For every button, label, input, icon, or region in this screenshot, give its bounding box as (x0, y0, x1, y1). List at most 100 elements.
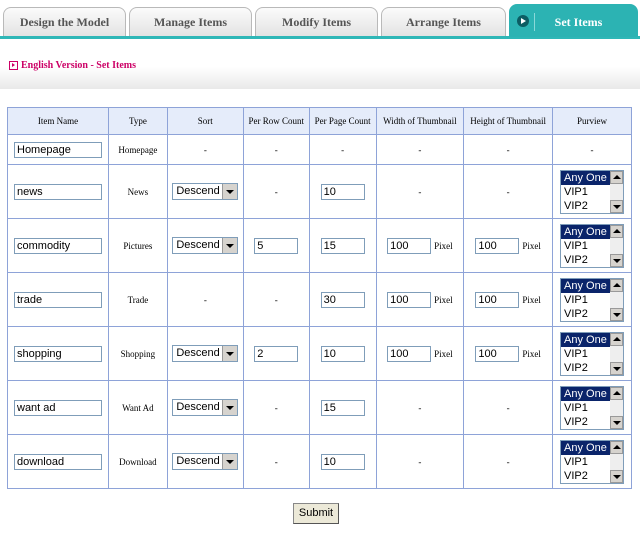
item-name-input[interactable] (14, 183, 102, 200)
sort-cell: Descend (166, 326, 244, 381)
thumbnail-width-input[interactable] (387, 291, 432, 308)
purview-cell: Any One VIP1 VIP2 (552, 218, 632, 273)
sort-select-value: Descend (176, 401, 220, 413)
purview-cell: Any One VIP1 VIP2 (552, 272, 632, 327)
purview-listbox[interactable]: Any One VIP1 VIP2 (560, 385, 625, 430)
purview-option[interactable]: Any One (561, 386, 613, 401)
purview-option[interactable]: Any One (561, 440, 613, 455)
per-page-count-input[interactable] (320, 183, 365, 200)
chevron-down-icon[interactable] (222, 184, 238, 199)
purview-listbox[interactable]: Any One VIP1 VIP2 (560, 277, 625, 322)
tab-set-items-label: Set Items (554, 15, 603, 29)
per-row-count-cell (242, 326, 310, 381)
purview-option[interactable]: VIP1 (561, 239, 612, 253)
scroll-up-icon[interactable] (610, 332, 624, 346)
item-name-input[interactable] (14, 291, 102, 308)
tab-manage-items[interactable]: Manage Items (129, 7, 252, 36)
width-cell: Pixel (375, 218, 465, 273)
purview-option[interactable]: Any One (561, 332, 613, 347)
purview-option[interactable]: VIP1 (561, 401, 612, 415)
scroll-up-icon[interactable] (610, 440, 624, 454)
sort-cell: Descend (166, 434, 244, 489)
purview-option[interactable]: Any One (561, 278, 613, 293)
listbox-scrollbar[interactable] (610, 440, 624, 483)
purview-listbox[interactable]: Any One VIP1 VIP2 (560, 439, 625, 484)
thumbnail-width-input[interactable] (387, 237, 432, 254)
sort-select[interactable]: Descend (172, 183, 239, 200)
item-name-input[interactable] (14, 453, 102, 470)
thumbnail-width-input[interactable] (387, 345, 432, 362)
items-table: Item Name Type Sort Per Row Count Per Pa… (7, 107, 632, 489)
purview-listbox[interactable]: Any One VIP1 VIP2 (560, 223, 625, 268)
listbox-scrollbar[interactable] (610, 170, 624, 213)
tab-modify-items[interactable]: Modify Items (255, 7, 378, 36)
per-page-count-input[interactable] (320, 399, 365, 416)
item-name-input[interactable] (14, 237, 102, 254)
tab-arrange-items[interactable]: Arrange Items (381, 7, 506, 36)
per-page-count-input[interactable] (320, 345, 365, 362)
tab-design-the-model[interactable]: Design the Model (3, 7, 126, 36)
sort-select[interactable]: Descend (172, 453, 239, 470)
listbox-scrollbar[interactable] (610, 224, 624, 267)
thumbnail-height-input[interactable] (475, 345, 520, 362)
chevron-down-icon[interactable] (222, 400, 238, 415)
purview-option[interactable]: VIP1 (561, 347, 612, 361)
scroll-down-icon[interactable] (610, 361, 624, 375)
purview-option[interactable]: VIP2 (561, 253, 612, 267)
per-page-count-input[interactable] (320, 237, 365, 254)
thumbnail-height-input[interactable] (475, 237, 520, 254)
purview-option[interactable]: VIP2 (561, 361, 612, 375)
purview-option[interactable]: VIP2 (561, 307, 612, 321)
item-name-input[interactable] (14, 399, 102, 416)
per-row-count-input[interactable] (254, 237, 299, 254)
breadcrumb-text: English Version - Set Items (21, 59, 137, 71)
purview-option[interactable]: Any One (561, 224, 613, 239)
purview-listbox[interactable]: Any One VIP1 VIP2 (560, 169, 625, 214)
chevron-down-icon[interactable] (222, 454, 238, 469)
per-page-count-input[interactable] (320, 291, 365, 308)
per-page-count-cell (308, 326, 377, 381)
scroll-up-icon[interactable] (610, 386, 624, 400)
purview-option[interactable]: VIP1 (561, 293, 612, 307)
scroll-down-icon[interactable] (610, 253, 624, 267)
purview-option[interactable]: VIP1 (561, 185, 612, 199)
scroll-down-icon[interactable] (610, 307, 624, 321)
pixel-label: Pixel (434, 240, 453, 251)
sort-select[interactable]: Descend (172, 237, 239, 254)
listbox-scrollbar[interactable] (610, 332, 624, 375)
tab-bar: Design the Model Manage Items Modify Ite… (0, 0, 640, 39)
purview-option[interactable]: VIP2 (561, 199, 612, 213)
purview-listbox[interactable]: Any One VIP1 VIP2 (560, 331, 625, 376)
item-name-input[interactable] (14, 345, 102, 362)
scroll-down-icon[interactable] (610, 415, 624, 429)
purview-option[interactable]: VIP1 (561, 455, 612, 469)
purview-option[interactable]: VIP2 (561, 469, 612, 483)
purview-cell: Any One VIP1 VIP2 (552, 380, 632, 435)
header-purview: Purview (552, 107, 632, 135)
table-row: Want Ad Descend - - - Any One VIP1 VIP2 (7, 380, 632, 435)
per-row-count-input[interactable] (254, 345, 299, 362)
listbox-scrollbar[interactable] (610, 386, 624, 429)
item-name-cell (7, 380, 109, 435)
scroll-up-icon[interactable] (610, 278, 624, 292)
scroll-down-icon[interactable] (610, 199, 624, 213)
scroll-up-icon[interactable] (610, 170, 624, 184)
purview-option[interactable]: Any One (561, 170, 613, 185)
thumbnail-height-input[interactable] (475, 291, 520, 308)
table-row: Shopping Descend Pixel Pixel Any One VIP… (7, 326, 632, 381)
sort-select-value: Descend (176, 185, 220, 197)
chevron-down-icon[interactable] (222, 346, 238, 361)
scroll-down-icon[interactable] (610, 469, 624, 483)
tab-set-items[interactable]: Set Items (509, 4, 638, 37)
item-name-input[interactable] (14, 141, 102, 158)
purview-cell: Any One VIP1 VIP2 (552, 164, 632, 219)
width-cell: - (375, 380, 465, 435)
sort-select[interactable]: Descend (172, 345, 239, 362)
scroll-up-icon[interactable] (610, 224, 624, 238)
submit-button[interactable]: Submit (293, 503, 339, 524)
per-page-count-input[interactable] (320, 453, 365, 470)
chevron-down-icon[interactable] (222, 238, 238, 253)
listbox-scrollbar[interactable] (610, 278, 624, 321)
sort-select[interactable]: Descend (172, 399, 239, 416)
purview-option[interactable]: VIP2 (561, 415, 612, 429)
